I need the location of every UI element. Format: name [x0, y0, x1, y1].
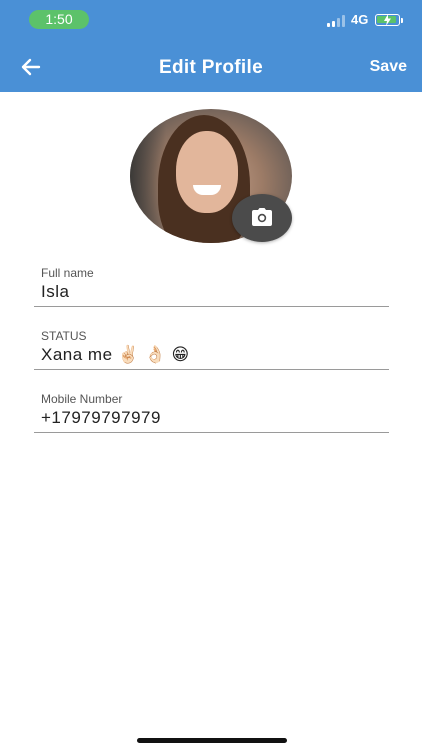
full-name-input[interactable]: Isla — [41, 282, 69, 302]
battery-cap — [401, 18, 403, 23]
app-bar: Edit Profile Save — [0, 44, 422, 92]
status-bar: 1:50 4G — [0, 0, 422, 36]
status-underline — [34, 369, 389, 370]
status-time: 1:50 — [29, 10, 89, 29]
mobile-number-input[interactable]: +17979797979 — [41, 408, 161, 428]
mobile-number-label: Mobile Number — [41, 392, 123, 406]
header: 1:50 4G Edit Profile Save — [0, 0, 422, 92]
full-name-label: Full name — [41, 266, 94, 280]
mobile-number-underline — [34, 432, 389, 433]
network-label: 4G — [351, 12, 369, 27]
signal-icon — [327, 15, 346, 27]
full-name-field[interactable]: Full name Isla — [34, 266, 389, 320]
mobile-number-field[interactable]: Mobile Number +17979797979 — [34, 392, 389, 446]
full-name-underline — [34, 306, 389, 307]
status-input[interactable]: Xana me ✌🏻 👌🏻 😁 — [41, 345, 190, 365]
change-photo-button[interactable] — [232, 194, 292, 242]
status-field[interactable]: STATUS Xana me ✌🏻 👌🏻 😁 — [34, 329, 389, 383]
page-title: Edit Profile — [159, 57, 263, 78]
battery-charging-icon — [375, 14, 400, 26]
camera-icon — [252, 208, 272, 226]
save-button[interactable]: Save — [370, 58, 407, 76]
status-label: STATUS — [41, 329, 87, 343]
home-indicator[interactable] — [137, 738, 287, 743]
